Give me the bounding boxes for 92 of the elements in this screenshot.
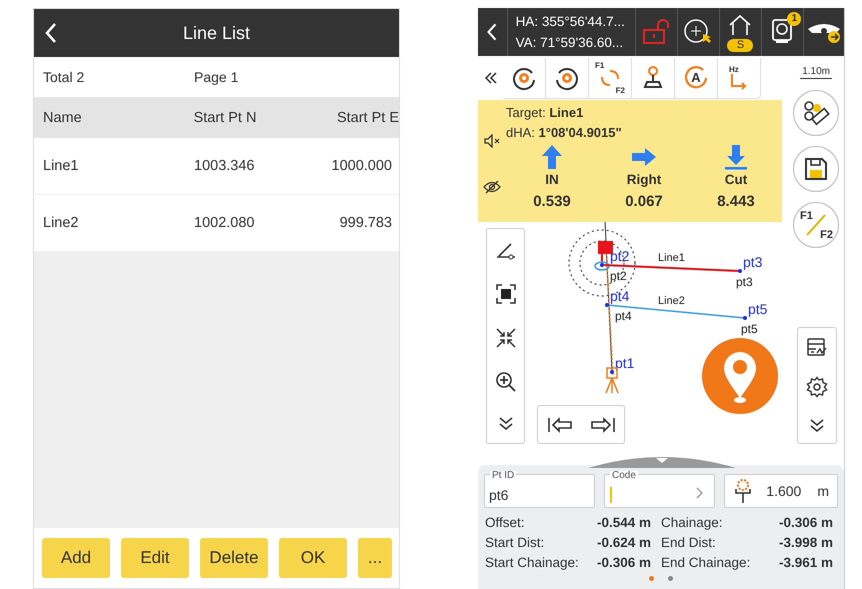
stat-value: -3.961 m [778, 555, 833, 570]
toolbar-tool[interactable]: F1 F2 [588, 58, 631, 98]
stat-value: -0.306 m [596, 555, 651, 570]
stat-label: End Dist: [660, 535, 717, 550]
round-button[interactable] [793, 146, 839, 192]
survey-data-icon[interactable] [806, 336, 828, 359]
table-cell-text: Line2 [43, 215, 80, 231]
point-marker [738, 269, 742, 273]
stat-value: -0.544 m [596, 515, 651, 530]
table-cell-text: 1000.000 [330, 158, 392, 174]
vertical-angle: VA: 71°59'36.60... [516, 35, 624, 50]
column-header: Start Pt N [194, 110, 258, 126]
point-marker [610, 370, 614, 374]
direction-value: 0.067 [625, 193, 663, 210]
corner-arrow-icon [729, 74, 749, 90]
point-label: pt2 [610, 248, 630, 264]
chevron-icon [696, 487, 704, 499]
crosshair-icon[interactable] [683, 18, 714, 46]
stat-label: Offset: [485, 515, 526, 530]
action-button[interactable]: ... [358, 538, 392, 578]
table-cell-text: Line1 [43, 158, 80, 174]
back-icon[interactable] [44, 22, 58, 44]
mute-icon[interactable] [483, 134, 501, 148]
direction-label: Cut [724, 172, 748, 187]
point-marker [605, 303, 609, 307]
action-button[interactable]: OK [279, 538, 347, 578]
settings-icon[interactable] [806, 376, 828, 398]
table-row[interactable]: Line1 1003.346 1000.000 [34, 138, 399, 195]
direction-label: Right [626, 172, 662, 187]
sheet-handle[interactable] [588, 454, 736, 468]
table-cell-text: 1003.346 [194, 158, 256, 174]
stat-label: End Chainage: [660, 555, 752, 570]
stat-label: Start Chainage: [485, 555, 580, 570]
fit-view-icon[interactable] [494, 283, 516, 306]
round-button[interactable]: F1 F2 [793, 202, 839, 248]
point-label: pt5 [741, 322, 758, 336]
column-header: Start Pt E [336, 110, 399, 126]
point-marker [743, 316, 747, 320]
previous-icon[interactable] [546, 416, 572, 434]
direction-label: IN [545, 172, 559, 187]
line-label: Line1 [658, 252, 685, 264]
table-cell-text: 999.783 [338, 215, 392, 231]
action-button[interactable]: Add [42, 538, 110, 578]
total-count: Total 2 [43, 69, 86, 85]
page-number: Page 1 [194, 69, 238, 85]
toolbar-tool[interactable]: A [674, 58, 717, 98]
point-marker [600, 263, 604, 267]
column-header: Name [43, 110, 83, 126]
target-line: Target: Line1 [506, 104, 584, 122]
zoom-in-icon[interactable] [494, 370, 516, 393]
table-cell-text: 1002.080 [194, 215, 256, 231]
horizontal-angle: HA: 355°56'44.7... [516, 14, 626, 29]
point-label: pt4 [610, 288, 630, 304]
toolbar-tool[interactable]: Hz [717, 58, 760, 98]
table-row[interactable]: Line2 1002.080 999.783 [34, 195, 399, 252]
unlock-icon[interactable] [642, 19, 670, 45]
action-button[interactable]: Delete [200, 538, 268, 578]
direction-value: 8.443 [717, 193, 755, 210]
stat-value: -0.624 m [596, 535, 651, 550]
arrow-icon [539, 144, 565, 170]
action-button[interactable]: Edit [121, 538, 189, 578]
collapse-icon[interactable] [484, 71, 498, 85]
point-label: pt3 [743, 254, 762, 270]
home-button[interactable]: S [725, 14, 756, 50]
point-label: pt3 [736, 275, 753, 289]
point-label: pt2 [610, 269, 627, 283]
stat-value: -0.306 m [778, 515, 833, 530]
tools-icon [802, 99, 830, 127]
screen-title: Line List [182, 22, 252, 44]
next-icon[interactable] [590, 416, 616, 434]
stat-label: Chainage: [660, 515, 724, 530]
stat-label: Start Dist: [485, 535, 546, 550]
stat-value: -3.998 m [778, 535, 833, 550]
angle-difference: dHA: 1°08'04.9015" [506, 124, 623, 142]
page-dot[interactable] [668, 576, 673, 581]
point-label: pt4 [615, 309, 632, 323]
back-icon[interactable] [486, 22, 498, 42]
point-label: pt5 [748, 301, 768, 317]
page-dot[interactable] [649, 576, 654, 581]
location-pin-button[interactable] [702, 338, 778, 414]
collapse-arrows-icon[interactable] [494, 326, 516, 349]
house-icon [727, 14, 754, 36]
round-button[interactable] [793, 90, 839, 136]
target-height-field[interactable]: 1.600 m [724, 474, 838, 508]
save-icon [803, 156, 829, 182]
arrow-icon [723, 144, 749, 170]
hidden-icon[interactable] [483, 180, 501, 194]
map-scale: 1.10m [800, 66, 832, 78]
point-label: pt1 [615, 355, 634, 371]
direction-value: 0.539 [533, 193, 571, 210]
prism-pole-icon [733, 479, 753, 503]
line-label: Line2 [658, 295, 685, 307]
